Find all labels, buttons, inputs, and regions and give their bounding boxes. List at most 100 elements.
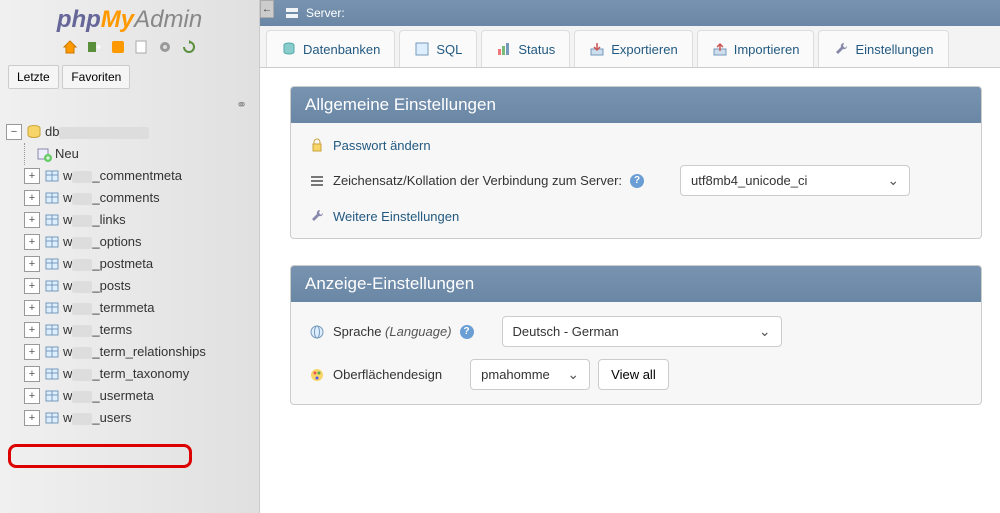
tree-table-label[interactable]: w_usermeta — [63, 388, 154, 403]
server-icon — [284, 5, 300, 21]
collapse-sidebar-icon[interactable]: ← — [260, 0, 274, 18]
language-icon — [309, 324, 325, 340]
theme-label: Oberflächendesign — [333, 367, 442, 382]
home-icon[interactable] — [62, 39, 78, 55]
table-icon — [44, 168, 60, 184]
table-icon — [44, 190, 60, 206]
sql-icon[interactable] — [110, 39, 126, 55]
tab-import[interactable]: Importieren — [697, 30, 815, 67]
wrench-icon — [833, 41, 849, 57]
panel-general: Allgemeine Einstellungen Passwort ändern… — [290, 86, 982, 239]
info-icon[interactable]: ? — [630, 174, 644, 188]
logout-icon[interactable] — [86, 39, 102, 55]
tree-table-label[interactable]: w_term_taxonomy — [63, 366, 189, 381]
tree-table-label[interactable]: w_termmeta — [63, 300, 155, 315]
tree-table-node[interactable]: + w_term_taxonomy — [24, 363, 259, 385]
tree-table-node[interactable]: + w_posts — [24, 275, 259, 297]
table-icon — [44, 410, 60, 426]
tree-expand-icon[interactable]: + — [24, 344, 40, 360]
table-icon — [44, 388, 60, 404]
tree-table-node[interactable]: + w_term_relationships — [24, 341, 259, 363]
tab-databases[interactable]: Datenbanken — [266, 30, 395, 67]
table-icon — [44, 212, 60, 228]
table-icon — [44, 322, 60, 338]
tree-table-node[interactable]: + w_links — [24, 209, 259, 231]
tree-table-node[interactable]: + w_users — [24, 407, 259, 429]
tree-new-node[interactable]: Neu — [24, 143, 259, 165]
wrench-icon — [309, 208, 325, 224]
tree-table-label[interactable]: w_options — [63, 234, 142, 249]
tree-table-label[interactable]: w_comments — [63, 190, 160, 205]
tree-expand-icon[interactable]: + — [24, 300, 40, 316]
tab-recent[interactable]: Letzte — [8, 65, 59, 89]
tree-expand-icon[interactable]: + — [24, 256, 40, 272]
docs-icon[interactable] — [133, 39, 149, 55]
tree-collapse-icon[interactable]: − — [6, 124, 22, 140]
new-icon — [36, 146, 52, 162]
language-label: Sprache (Language) — [333, 324, 452, 339]
db-tree: − db Neu + w_commentmeta + w_comments + w_lin… — [0, 117, 259, 429]
database-icon — [281, 41, 297, 57]
tree-expand-icon[interactable]: + — [24, 190, 40, 206]
tree-table-node[interactable]: + w_termmeta — [24, 297, 259, 319]
link-icon[interactable]: ⚭ — [0, 93, 259, 117]
tree-table-label[interactable]: w_terms — [63, 322, 132, 337]
tab-settings[interactable]: Einstellungen — [818, 30, 948, 67]
reload-icon[interactable] — [181, 39, 197, 55]
database-icon — [26, 124, 42, 140]
table-icon — [44, 256, 60, 272]
tree-expand-icon[interactable]: + — [24, 322, 40, 338]
panel-display-title: Anzeige-Einstellungen — [291, 266, 981, 302]
logo[interactable]: phpMyAdmin — [0, 0, 259, 36]
sql-icon — [414, 41, 430, 57]
server-breadcrumb: Server: — [260, 0, 1000, 26]
tree-table-node[interactable]: + w_postmeta — [24, 253, 259, 275]
tree-db-node[interactable]: − db — [6, 121, 259, 143]
tree-expand-icon[interactable]: + — [24, 366, 40, 382]
tree-table-label[interactable]: w_postmeta — [63, 256, 153, 271]
tree-table-node[interactable]: + w_options — [24, 231, 259, 253]
table-icon — [44, 234, 60, 250]
import-icon — [712, 41, 728, 57]
tree-table-label[interactable]: w_term_relationships — [63, 344, 206, 359]
tab-sql[interactable]: SQL — [399, 30, 477, 67]
tree-table-label[interactable]: w_links — [63, 212, 126, 227]
tree-table-node[interactable]: + w_usermeta — [24, 385, 259, 407]
tree-table-label[interactable]: w_commentmeta — [63, 168, 182, 183]
panel-display: Anzeige-Einstellungen Sprache (Language)… — [290, 265, 982, 405]
export-icon — [589, 41, 605, 57]
tab-status[interactable]: Status — [481, 30, 570, 67]
sidebar-toolbar — [0, 36, 259, 61]
tree-table-node[interactable]: + w_comments — [24, 187, 259, 209]
status-icon — [496, 41, 512, 57]
tree-table-node[interactable]: + w_terms — [24, 319, 259, 341]
tree-db-label[interactable]: db — [45, 124, 149, 139]
table-icon — [44, 366, 60, 382]
highlight-users — [8, 444, 192, 468]
tree-table-label[interactable]: w_posts — [63, 278, 131, 293]
tab-export[interactable]: Exportieren — [574, 30, 692, 67]
tree-table-label[interactable]: w_users — [63, 410, 131, 425]
lock-icon — [309, 137, 325, 153]
info-icon[interactable]: ? — [460, 325, 474, 339]
tree-expand-icon[interactable]: + — [24, 278, 40, 294]
tree-table-node[interactable]: + w_commentmeta — [24, 165, 259, 187]
change-password-link[interactable]: Passwort ändern — [333, 138, 431, 153]
view-all-button[interactable]: View all — [598, 359, 669, 390]
tree-expand-icon[interactable]: + — [24, 410, 40, 426]
panel-general-title: Allgemeine Einstellungen — [291, 87, 981, 123]
language-select[interactable]: Deutsch - German — [502, 316, 782, 347]
collation-label: Zeichensatz/Kollation der Verbindung zum… — [333, 173, 622, 188]
tab-favorites[interactable]: Favoriten — [62, 65, 130, 89]
tree-expand-icon[interactable]: + — [24, 168, 40, 184]
table-icon — [44, 344, 60, 360]
more-settings-link[interactable]: Weitere Einstellungen — [333, 209, 459, 224]
tree-expand-icon[interactable]: + — [24, 234, 40, 250]
tree-expand-icon[interactable]: + — [24, 212, 40, 228]
collation-select[interactable]: utf8mb4_unicode_ci — [680, 165, 910, 196]
tree-expand-icon[interactable]: + — [24, 388, 40, 404]
gear-icon[interactable] — [157, 39, 173, 55]
theme-select[interactable]: pmahomme — [470, 359, 590, 390]
table-icon — [44, 278, 60, 294]
top-tabs: Datenbanken SQL Status Exportieren Impor… — [260, 26, 1000, 68]
